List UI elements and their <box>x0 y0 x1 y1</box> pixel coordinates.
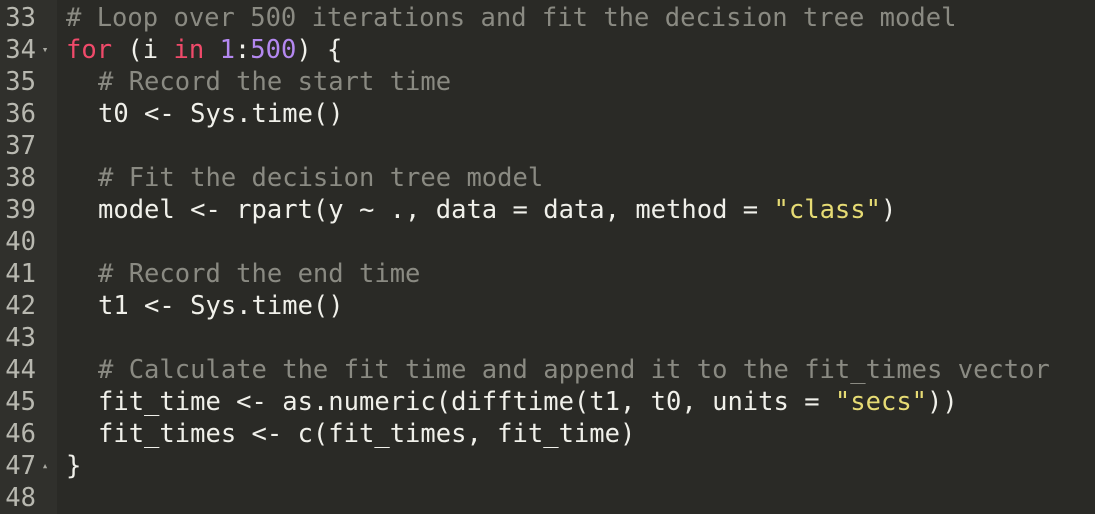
code-text[interactable]: fit_time <- as.numeric(difftime(t1, t0, … <box>98 386 958 418</box>
string-token: "class" <box>773 195 881 225</box>
line-number: 43 <box>5 323 36 353</box>
code-text[interactable]: # Loop over 500 iterations and fit the d… <box>66 2 956 34</box>
plain-token: t1 <- Sys.time() <box>98 291 344 321</box>
code-line[interactable]: 45 fit_time <- as.numeric(difftime(t1, t0… <box>0 386 1095 418</box>
line-number: 41 <box>5 259 36 289</box>
line-number: 42 <box>5 291 36 321</box>
code-text[interactable]: fit_times <- c(fit_times, fit_time) <box>98 418 635 450</box>
code-text[interactable]: t1 <- Sys.time() <box>98 290 344 322</box>
code-area[interactable]: 33 # Loop over 500 iterations and fit the… <box>0 2 1095 514</box>
code-line[interactable]: 48 <box>0 482 1095 514</box>
code-editor[interactable]: 33 # Loop over 500 iterations and fit the… <box>0 0 1095 514</box>
comment-token: # Calculate the fit time and append it t… <box>98 355 1050 385</box>
code-line[interactable]: 39 model <- rpart(y ~ ., data = data, met… <box>0 194 1095 226</box>
fold-expand-icon[interactable]: ▴ <box>38 450 52 482</box>
line-number: 47 <box>5 451 36 481</box>
plain-token: (i <box>112 35 174 65</box>
code-text[interactable]: # Fit the decision tree model <box>98 162 543 194</box>
code-line[interactable]: 43 <box>0 322 1095 354</box>
string-token: "secs" <box>834 387 928 417</box>
code-line[interactable]: 42 t1 <- Sys.time() <box>0 290 1095 322</box>
line-number: 44 <box>5 355 36 385</box>
line-number: 35 <box>5 67 36 97</box>
plain-token: : <box>234 35 251 65</box>
code-text[interactable]: # Record the end time <box>98 258 420 290</box>
code-line[interactable]: 37 <box>0 130 1095 162</box>
comment-token: # Fit the decision tree model <box>98 163 544 193</box>
comment-token: # Record the start time <box>98 67 452 97</box>
code-line[interactable]: 46 fit_times <- c(fit_times, fit_time) <box>0 418 1095 450</box>
code-line[interactable]: 33 # Loop over 500 iterations and fit the… <box>0 2 1095 34</box>
number-token: 1 <box>219 35 235 65</box>
code-line[interactable]: 41 # Record the end time <box>0 258 1095 290</box>
code-text[interactable]: t0 <- Sys.time() <box>98 98 344 130</box>
fold-collapse-icon[interactable]: ▾ <box>38 34 52 66</box>
number-token: 500 <box>250 35 297 65</box>
plain-token: fit_times <- c(fit_times, fit_time) <box>98 419 636 449</box>
code-line[interactable]: 47 ▴} <box>0 450 1095 482</box>
code-line[interactable]: 35 # Record the start time <box>0 66 1095 98</box>
line-number: 48 <box>5 483 36 513</box>
line-number: 37 <box>5 131 36 161</box>
plain-token: ) <box>880 195 897 225</box>
line-number: 34 <box>5 35 36 65</box>
code-line[interactable]: 36 t0 <- Sys.time() <box>0 98 1095 130</box>
plain-token: fit_time <- as.numeric(difftime(t1, t0, … <box>98 387 835 417</box>
code-line[interactable]: 34 ▾ for (i in 1:500) { <box>0 34 1095 66</box>
code-text[interactable]: # Calculate the fit time and append it t… <box>98 354 1050 386</box>
code-text[interactable]: } <box>66 450 81 482</box>
code-line[interactable]: 38 # Fit the decision tree model <box>0 162 1095 194</box>
comment-token: # Loop over 500 iterations and fit the d… <box>66 3 957 33</box>
line-number: 46 <box>5 419 36 449</box>
plain-token: ) { <box>296 35 343 65</box>
line-number: 45 <box>5 387 36 417</box>
line-number: 33 <box>5 3 36 33</box>
code-line[interactable]: 44 # Calculate the fit time and append it… <box>0 354 1095 386</box>
line-number: 38 <box>5 163 36 193</box>
line-number: 40 <box>5 227 36 257</box>
plain-token: )) <box>927 387 958 417</box>
plain-token: t0 <- Sys.time() <box>98 99 344 129</box>
code-line[interactable]: 40 <box>0 226 1095 258</box>
line-number: 39 <box>5 195 36 225</box>
code-text[interactable]: # Record the start time <box>98 66 451 98</box>
code-text[interactable]: for (i in 1:500) { <box>66 34 342 66</box>
plain-token: model <- rpart(y ~ ., data = data, metho… <box>98 195 774 225</box>
plain-token: } <box>66 451 82 481</box>
code-text[interactable]: model <- rpart(y ~ ., data = data, metho… <box>98 194 896 226</box>
keyword-token: for <box>66 35 113 65</box>
comment-token: # Record the end time <box>98 259 421 289</box>
keyword-token: in <box>173 35 205 65</box>
line-number: 36 <box>5 99 36 129</box>
